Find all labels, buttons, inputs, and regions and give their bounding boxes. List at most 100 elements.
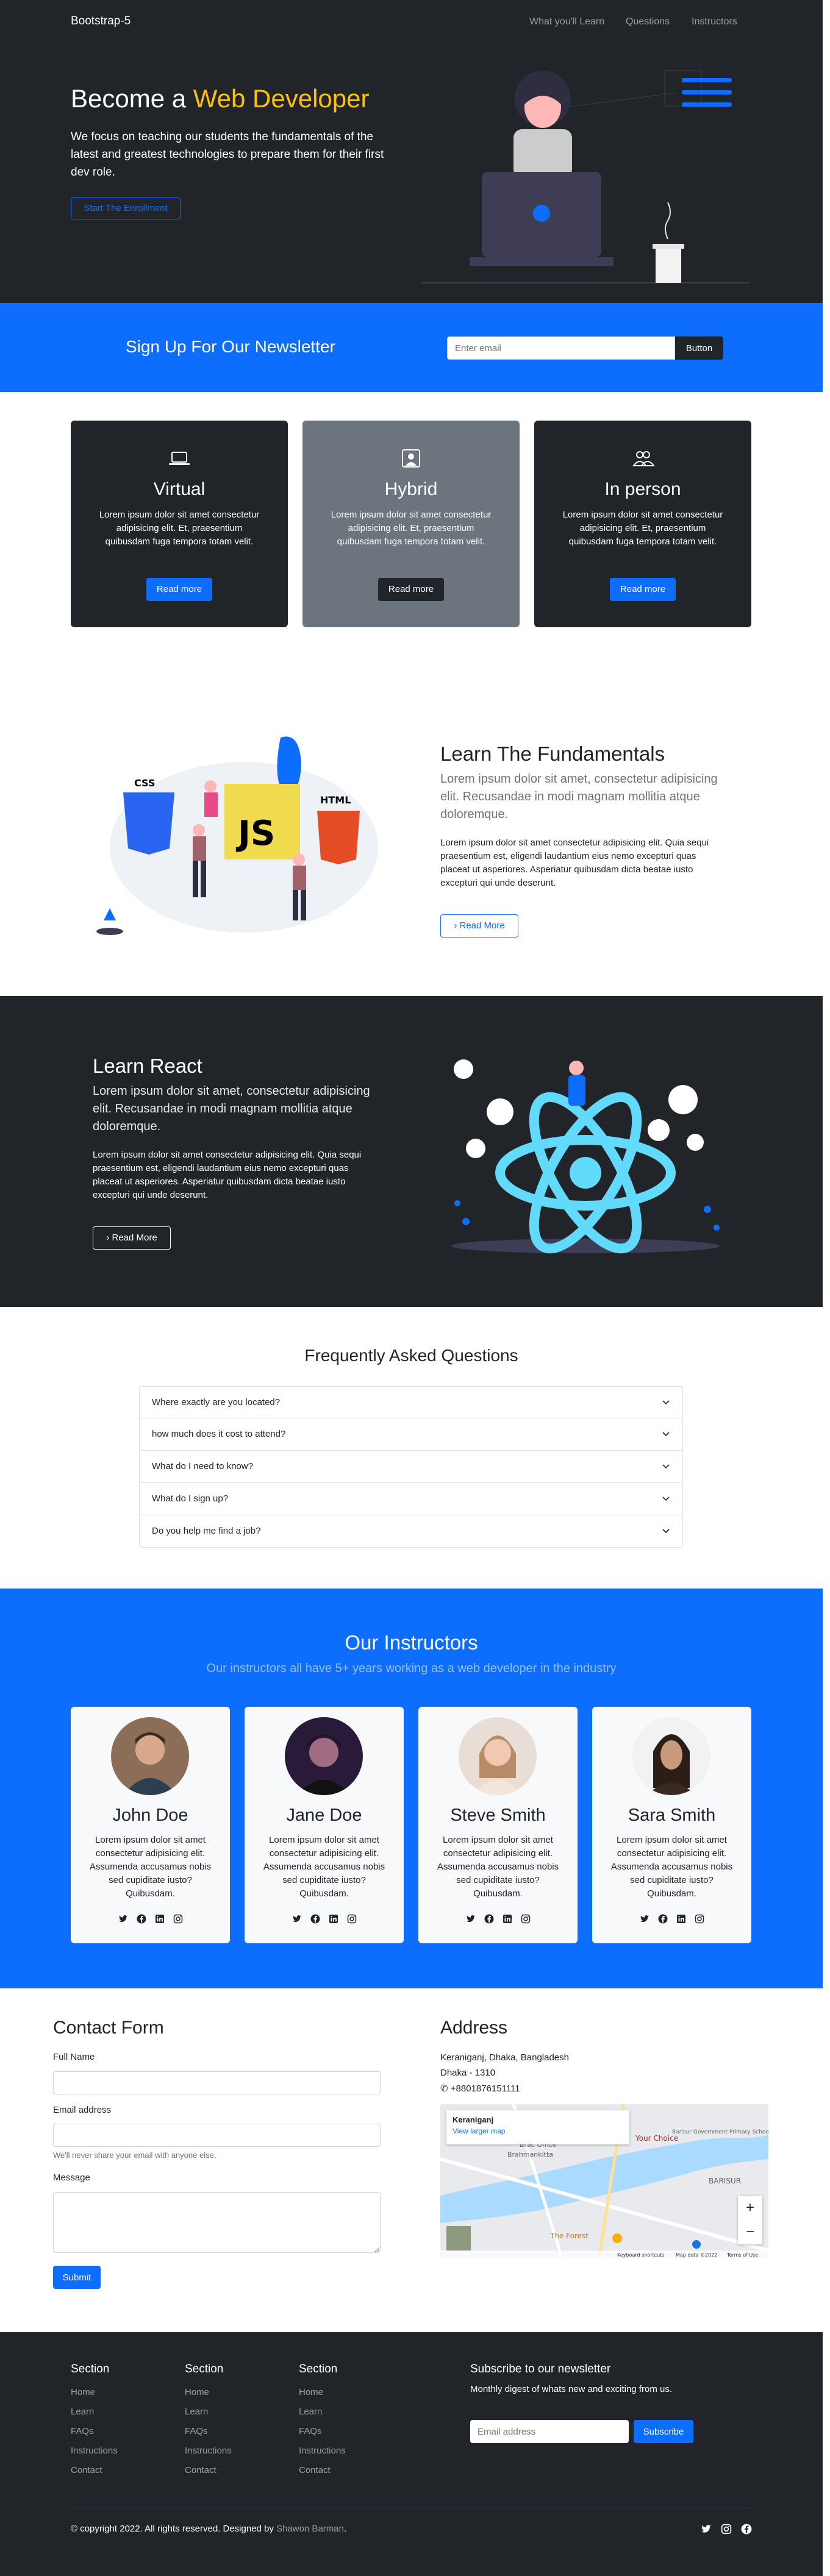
card-title: In person [604, 479, 681, 499]
linkedin-icon[interactable] [155, 1914, 165, 1924]
fundamentals-read-more-button[interactable]: › Read More [440, 914, 518, 938]
footer-link[interactable]: Learn [185, 2407, 232, 2417]
card-title: Hybrid [384, 479, 438, 499]
faq-title: Frequently Asked Questions [304, 1346, 518, 1365]
newsletter-submit-button[interactable]: Button [675, 336, 723, 360]
footer-link[interactable]: FAQs [185, 2426, 232, 2436]
twitter-icon[interactable] [118, 1914, 128, 1924]
footer-link[interactable]: Home [71, 2387, 118, 2397]
instructor-name: John Doe [112, 1806, 188, 1825]
faq-item[interactable]: What do I need to know? [139, 1451, 683, 1483]
copyright-period: . [343, 2524, 347, 2534]
facebook-icon[interactable] [658, 1914, 668, 1924]
author-link[interactable]: Shawon Barman [276, 2524, 344, 2534]
faq-item[interactable]: how much does it cost to attend? [139, 1418, 683, 1451]
nav-link-instructors[interactable]: Instructors [692, 16, 737, 27]
nav-link-learn[interactable]: What you'll Learn [529, 16, 604, 27]
newsletter-email-input[interactable] [447, 336, 675, 360]
start-enrollment-button[interactable]: Start The Enrollment [71, 197, 181, 219]
instagram-icon[interactable] [173, 1914, 183, 1924]
css-label: CSS [134, 777, 155, 789]
footer-link[interactable]: Contact [71, 2465, 118, 2475]
hero-title-prefix: Become a [71, 84, 193, 113]
instructor-name: Steve Smith [450, 1806, 546, 1825]
instructor-bio: Lorem ipsum dolor sit amet consectetur a… [610, 1835, 733, 1899]
message-textarea[interactable] [53, 2192, 381, 2253]
card-in-person: In person Lorem ipsum dolor sit amet con… [534, 421, 751, 627]
nav-link-questions[interactable]: Questions [626, 16, 670, 27]
footer-link[interactable]: Instructions [299, 2446, 346, 2456]
submit-button[interactable]: Submit [53, 2266, 101, 2289]
full-name-input[interactable] [53, 2071, 381, 2094]
fundamentals-text: Lorem ipsum dolor sit amet consectetur a… [440, 838, 709, 888]
instagram-icon[interactable] [695, 1914, 704, 1924]
instructor-bio: Lorem ipsum dolor sit amet consectetur a… [263, 1835, 385, 1899]
footer-link[interactable]: Instructions [71, 2446, 118, 2456]
chevron-down-icon [662, 1432, 670, 1437]
footer-link[interactable]: Instructions [185, 2446, 232, 2456]
footer-link[interactable]: Home [185, 2387, 232, 2397]
linkedin-icon[interactable] [503, 1914, 512, 1924]
avatar [459, 1717, 537, 1795]
footer-link[interactable]: Learn [71, 2407, 118, 2417]
zoom-in-button[interactable]: + [738, 2196, 762, 2220]
facebook-icon[interactable] [484, 1914, 494, 1924]
message-label: Message [53, 2172, 90, 2183]
card-text: Lorem ipsum dolor sit amet consectetur a… [99, 510, 260, 547]
footer-link[interactable]: Home [299, 2387, 346, 2397]
address-title: Address [440, 2018, 508, 2038]
chevron-down-icon [662, 1464, 670, 1469]
twitter-icon[interactable] [292, 1914, 302, 1924]
instagram-icon[interactable] [347, 1914, 357, 1924]
view-larger-map-link[interactable]: View larger map [453, 2127, 623, 2135]
linkedin-icon[interactable] [676, 1914, 686, 1924]
react-read-more-button[interactable]: › Read More [93, 1226, 171, 1250]
faq-item[interactable]: What do I sign up? [139, 1483, 683, 1515]
footer-link[interactable]: FAQs [71, 2426, 118, 2436]
facebook-icon[interactable] [310, 1914, 320, 1924]
facebook-icon[interactable] [741, 2524, 752, 2535]
instructors-subtitle: Our instructors all have 5+ years workin… [206, 1662, 617, 1675]
react-text: Lorem ipsum dolor sit amet consectetur a… [93, 1150, 362, 1200]
facebook-icon[interactable] [137, 1914, 146, 1924]
social-links [292, 1914, 357, 1925]
copyright-text: © copyright 2022. All rights reserved. D… [71, 2524, 277, 2534]
footer-email-input[interactable] [470, 2420, 629, 2443]
footer-link[interactable]: Contact [299, 2465, 346, 2475]
read-more-button[interactable]: Read more [378, 578, 444, 601]
twitter-icon[interactable] [466, 1914, 476, 1924]
footer-subscribe-button[interactable]: Subscribe [634, 2420, 693, 2443]
twitter-icon[interactable] [701, 2524, 712, 2535]
footer-link[interactable]: Contact [185, 2465, 232, 2475]
footer-link[interactable]: FAQs [299, 2426, 346, 2436]
hero-section: Become a Web Developer We focus on teach… [0, 44, 823, 303]
instagram-icon[interactable] [521, 1914, 531, 1924]
map-footer: Terms of Use [726, 2252, 758, 2258]
social-links [118, 1914, 183, 1925]
read-more-button[interactable]: Read more [610, 578, 676, 601]
email-label: Email address [53, 2105, 112, 2115]
zoom-out-button[interactable]: − [738, 2220, 762, 2244]
react-title: Learn React [93, 1055, 202, 1077]
card-text: Lorem ipsum dolor sit amet consectetur a… [562, 510, 723, 547]
map-zoom-controls: + − [738, 2196, 762, 2244]
navbar: Bootstrap-5 What you'll Learn Questions … [0, 0, 823, 44]
social-links [466, 1914, 531, 1925]
map-label: Barisur Government Primary School [672, 2129, 768, 2135]
linkedin-icon[interactable] [329, 1914, 338, 1924]
read-more-button[interactable]: Read more [146, 578, 212, 601]
email-input[interactable] [53, 2124, 381, 2147]
address-line-1: Keraniganj, Dhaka, Bangladesh [440, 2052, 569, 2063]
full-name-label: Full Name [53, 2052, 95, 2062]
faq-item[interactable]: Where exactly are you located? [139, 1386, 683, 1418]
card-text: Lorem ipsum dolor sit amet consectetur a… [331, 510, 492, 547]
contact-title: Contact Form [53, 2018, 164, 2038]
chevron-down-icon [662, 1529, 670, 1534]
twitter-icon[interactable] [640, 1914, 649, 1924]
footer-link[interactable]: Learn [299, 2407, 346, 2417]
instructor-name: Sara Smith [628, 1806, 716, 1825]
navbar-brand[interactable]: Bootstrap-5 [71, 15, 131, 28]
faq-item[interactable]: Do you help me find a job? [139, 1515, 683, 1548]
instagram-icon[interactable] [721, 2524, 732, 2535]
embedded-map[interactable]: Your Choice Brac Office Brahmankitta BAR… [440, 2104, 768, 2258]
